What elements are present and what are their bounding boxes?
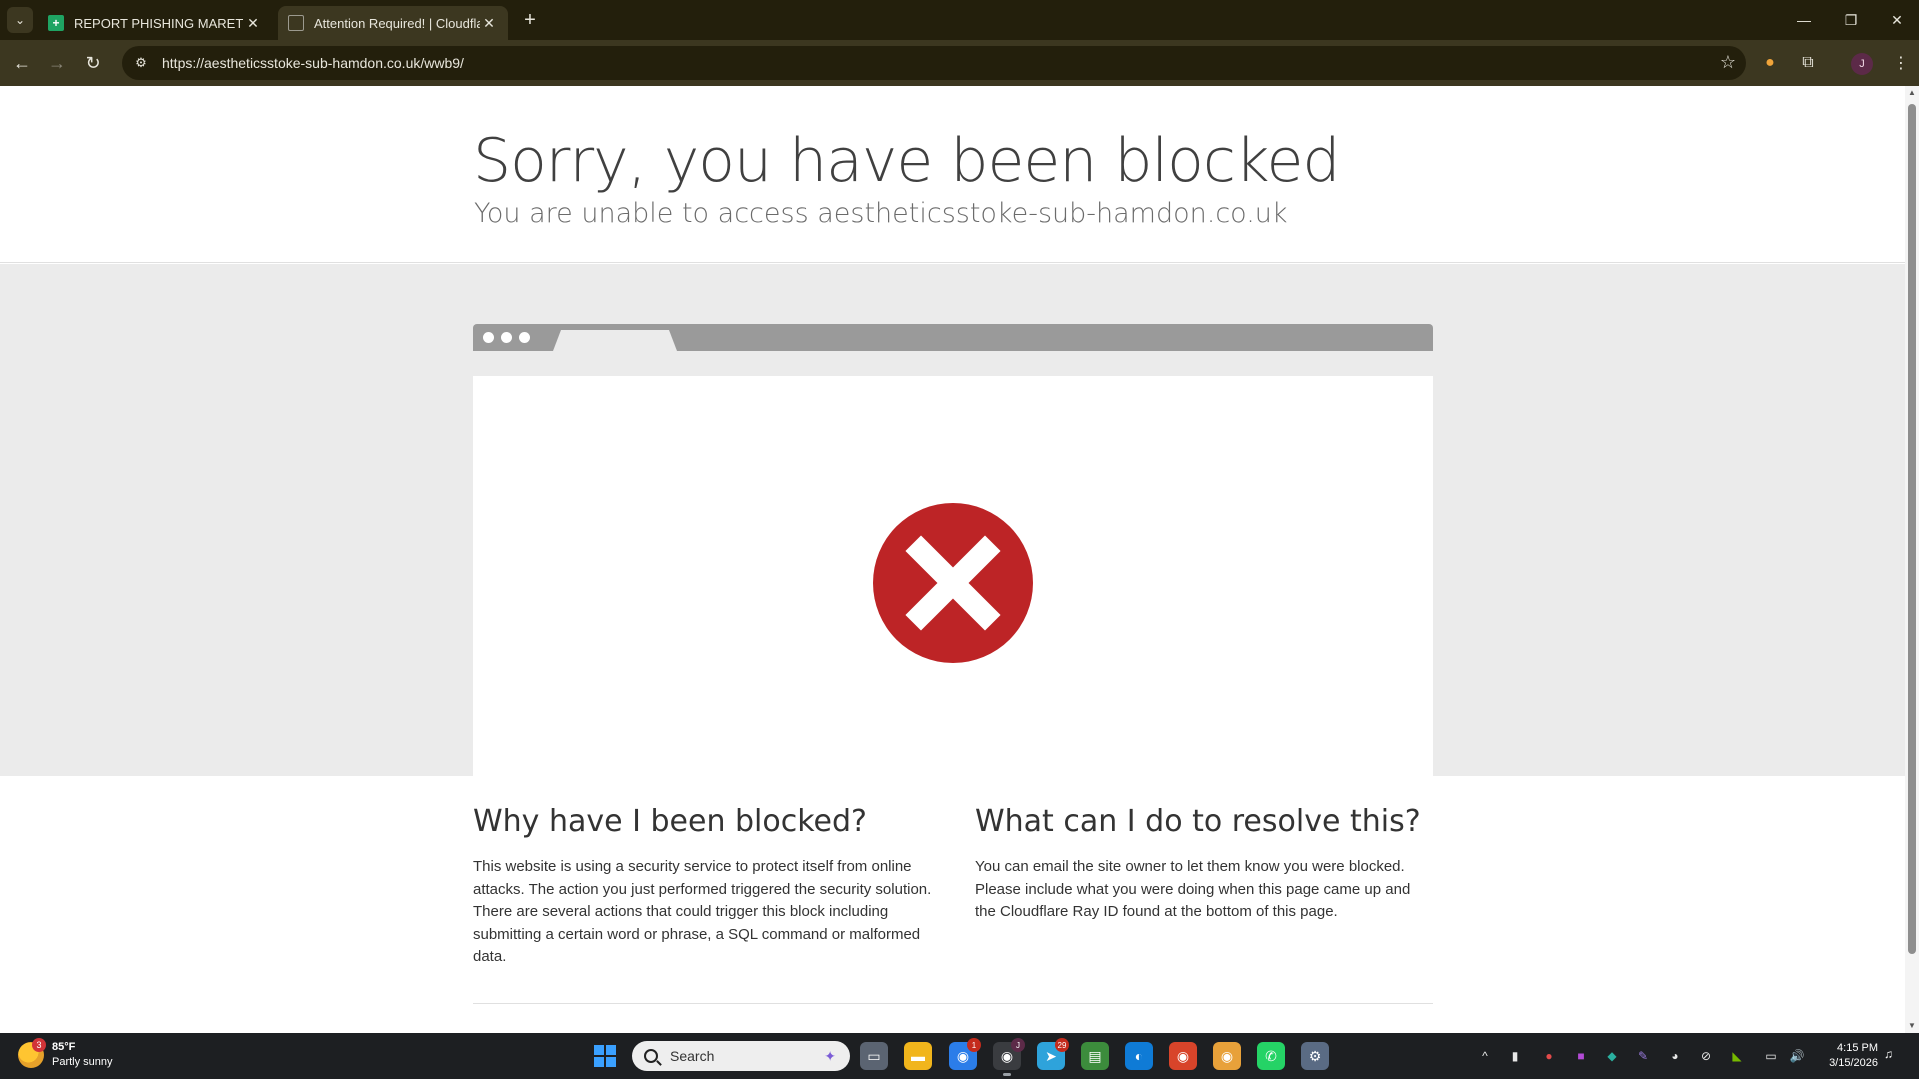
search-placeholder: Search: [670, 1048, 715, 1064]
browser-illustration-bar: [473, 324, 1433, 351]
tab-search-chevron-icon[interactable]: ⌄: [7, 7, 33, 33]
file-explorer-icon[interactable]: ▬: [904, 1042, 932, 1070]
restore-icon[interactable]: ❐: [1833, 6, 1869, 34]
tray-app-icon[interactable]: ▮: [1506, 1047, 1524, 1065]
page-subtitle: You are unable to access aestheticsstoke…: [474, 198, 1288, 229]
page-header: Sorry, you have been blocked You are una…: [0, 86, 1905, 263]
dot: [519, 332, 530, 343]
tab-title: REPORT PHISHING MARET 2026: [74, 15, 244, 31]
site-info-icon[interactable]: ⚙: [126, 48, 156, 78]
clock-time: 4:15 PM: [1837, 1042, 1878, 1054]
resolve-text: You can email the site owner to let them…: [975, 858, 1411, 920]
app-badge: 1: [967, 1038, 981, 1052]
security-shield-icon[interactable]: ◆: [1603, 1047, 1621, 1065]
dot: [483, 332, 494, 343]
notification-bell-icon[interactable]: ♫: [1884, 1047, 1900, 1063]
why-blocked-heading: Why have I been blocked?: [473, 804, 867, 839]
search-highlight-icon: ✦: [824, 1047, 836, 1064]
why-blocked-text: This website is using a security service…: [473, 858, 932, 965]
resolve-column: What can I do to resolve this? You can e…: [975, 776, 1435, 924]
taskbar: 3 85°F Partly sunny Search ✦ ▭ ▬ ◉ 1 ◉ J ➤…: [0, 1033, 1919, 1079]
partly-sunny-icon: 3: [18, 1038, 46, 1068]
web-page: Sorry, you have been blocked You are una…: [0, 86, 1905, 1033]
tab-report-phishing[interactable]: + REPORT PHISHING MARET 2026 ✕: [38, 6, 272, 40]
extension-person-icon[interactable]: ●: [1759, 52, 1781, 74]
close-tab-icon[interactable]: ✕: [480, 15, 498, 32]
chrome-active-icon[interactable]: ◉ J: [993, 1038, 1025, 1076]
app-badge: J: [1011, 1038, 1025, 1052]
tab-title: Attention Required! | Cloudflare: [314, 15, 480, 31]
profile-avatar[interactable]: J: [1851, 53, 1873, 75]
search-icon: [644, 1049, 658, 1063]
task-view-icon[interactable]: ▭: [860, 1042, 888, 1070]
tray-app-icon[interactable]: ●: [1540, 1047, 1558, 1065]
blocked-x-icon: [873, 503, 1033, 663]
browser-toolbar: ← → ↻ ⚙ https://aestheticsstoke-sub-hamd…: [0, 40, 1919, 86]
close-window-icon[interactable]: ✕: [1879, 6, 1915, 34]
divider: [473, 1003, 1433, 1004]
dot: [501, 332, 512, 343]
pen-icon[interactable]: ✎: [1634, 1047, 1652, 1065]
more-menu-icon[interactable]: ⋮: [1890, 52, 1912, 74]
discord-icon[interactable]: ◕: [1666, 1047, 1684, 1065]
app-badge: 29: [1055, 1038, 1069, 1052]
scroll-up-icon[interactable]: ▲: [1907, 88, 1917, 98]
onenote-icon[interactable]: ■: [1572, 1047, 1590, 1065]
chrome-icon[interactable]: ◉ 1: [949, 1038, 981, 1070]
chevron-up-icon[interactable]: ^: [1476, 1047, 1494, 1065]
why-blocked-column: Why have I been blocked? This website is…: [473, 776, 933, 969]
forward-arrow-icon[interactable]: →: [44, 50, 70, 76]
page-scrollbar[interactable]: ▲ ▼: [1905, 86, 1919, 1033]
weather-widget[interactable]: 3 85°F Partly sunny: [18, 1038, 113, 1070]
settings-gear-icon[interactable]: ⚙: [1301, 1042, 1329, 1070]
nvidia-icon[interactable]: ◣: [1728, 1047, 1746, 1065]
chrome-profile-icon[interactable]: ◉: [1213, 1042, 1241, 1070]
volume-icon[interactable]: 🔊: [1788, 1047, 1806, 1065]
weather-desc: Partly sunny: [52, 1056, 113, 1068]
taskbar-search[interactable]: Search ✦: [632, 1041, 850, 1071]
notepad-icon[interactable]: ▤: [1081, 1042, 1109, 1070]
start-windows-icon[interactable]: [594, 1045, 616, 1067]
extensions-puzzle-icon[interactable]: ⧉: [1797, 52, 1819, 74]
clock[interactable]: 4:15 PM 3/15/2026: [1818, 1041, 1878, 1071]
weather-temp: 85°F: [52, 1041, 76, 1053]
close-tab-icon[interactable]: ✕: [244, 15, 262, 32]
clock-date: 3/15/2026: [1829, 1057, 1878, 1069]
reload-icon[interactable]: ↻: [80, 50, 106, 76]
tab-strip: ⌄ + REPORT PHISHING MARET 2026 ✕ Attenti…: [0, 0, 1919, 40]
scroll-thumb[interactable]: [1908, 104, 1916, 954]
url-text[interactable]: https://aestheticsstoke-sub-hamdon.co.uk…: [162, 55, 464, 71]
network-icon[interactable]: ▭: [1762, 1047, 1780, 1065]
back-arrow-icon[interactable]: ←: [9, 50, 35, 76]
sheets-icon: +: [48, 15, 64, 31]
illustration-tab: [553, 330, 677, 351]
whatsapp-icon[interactable]: ✆: [1257, 1042, 1285, 1070]
weather-badge: 3: [32, 1038, 46, 1052]
scroll-down-icon[interactable]: ▼: [1907, 1021, 1917, 1031]
globe-icon: [288, 15, 304, 31]
new-tab-button[interactable]: +: [518, 8, 542, 32]
minimize-icon[interactable]: —: [1786, 6, 1822, 34]
explanation-section: Why have I been blocked? This website is…: [0, 776, 1905, 1033]
resolve-heading: What can I do to resolve this?: [975, 804, 1421, 839]
telegram-icon[interactable]: ➤ 29: [1037, 1038, 1069, 1070]
edge-icon[interactable]: ◐: [1125, 1042, 1153, 1070]
tab-attention-required[interactable]: Attention Required! | Cloudflare ✕: [278, 6, 508, 40]
active-indicator: [1003, 1073, 1011, 1076]
page-title: Sorry, you have been blocked: [473, 126, 1340, 196]
weather-text: 85°F Partly sunny: [52, 1040, 113, 1070]
eye-slash-icon[interactable]: ⊘: [1697, 1047, 1715, 1065]
chrome-profile-icon[interactable]: ◉: [1169, 1042, 1197, 1070]
address-bar[interactable]: ⚙ https://aestheticsstoke-sub-hamdon.co.…: [122, 46, 1746, 80]
bookmark-star-icon[interactable]: ☆: [1720, 52, 1736, 73]
